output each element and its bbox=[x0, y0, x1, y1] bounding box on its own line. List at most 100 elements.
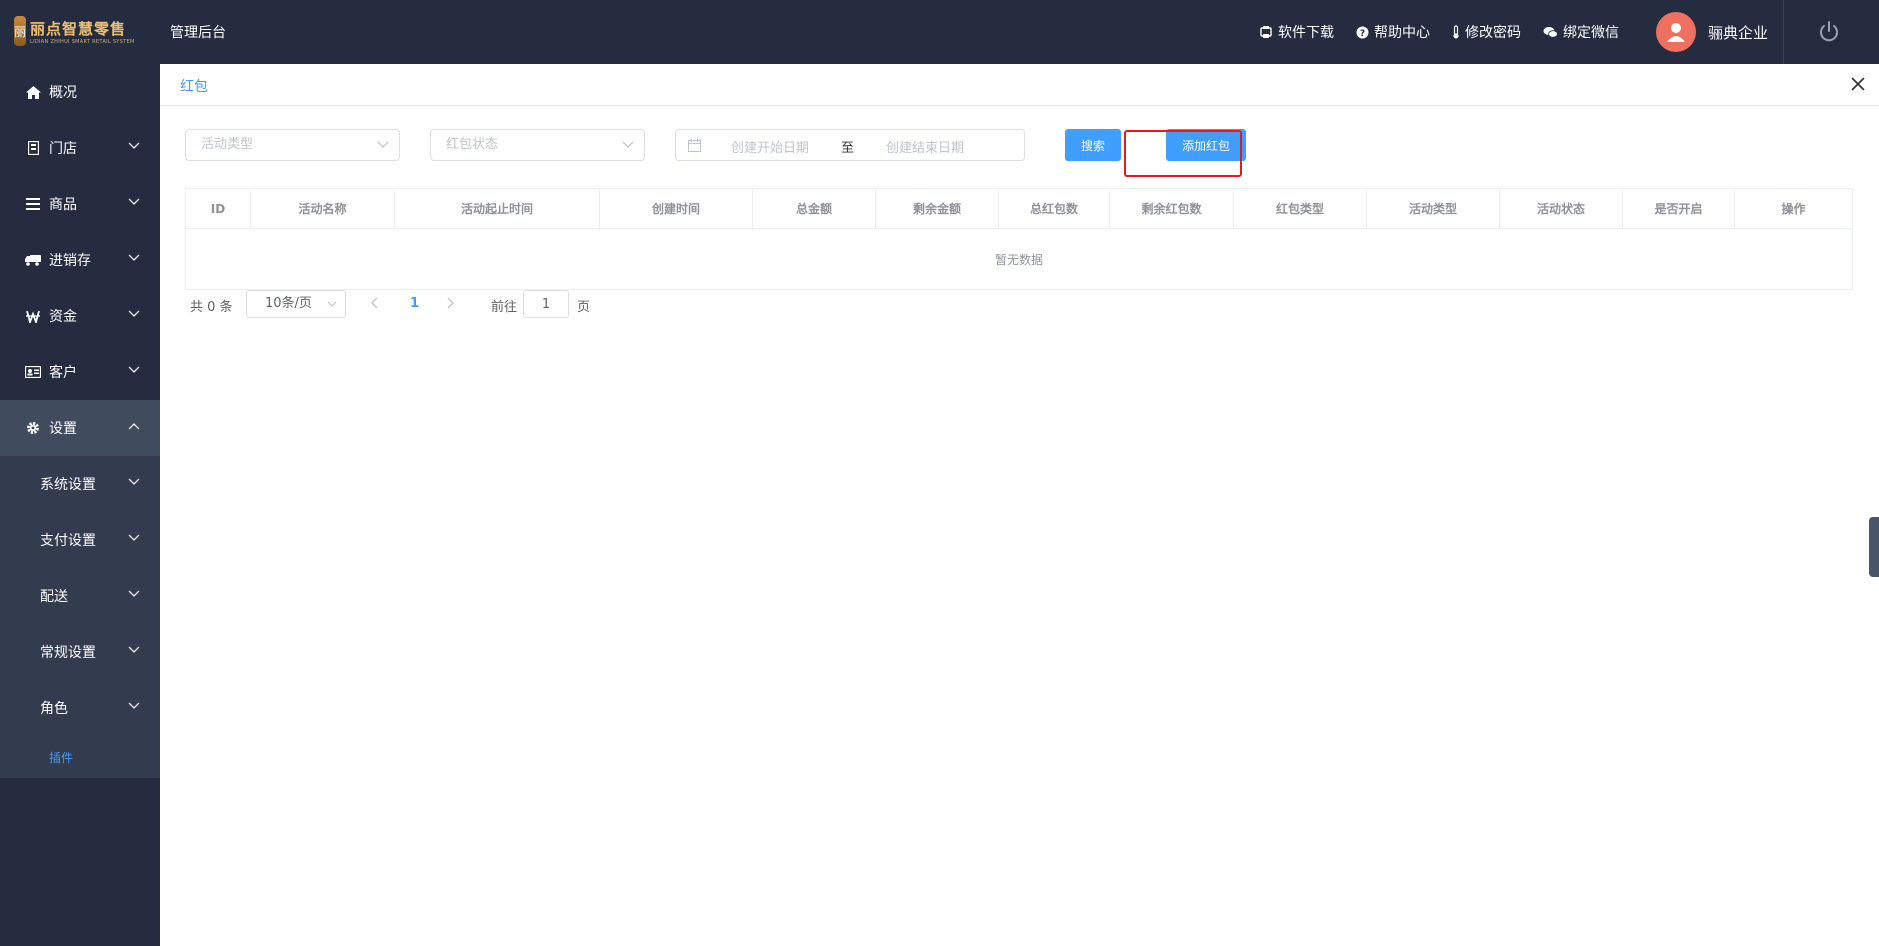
truck-icon bbox=[25, 254, 41, 266]
change-password-link[interactable]: 修改密码 bbox=[1452, 22, 1521, 42]
sidebar-sub-label: 配送 bbox=[40, 589, 68, 605]
create-date-range-picker[interactable]: 创建开始日期 至 创建结束日期 bbox=[675, 129, 1025, 161]
next-page-icon[interactable] bbox=[447, 297, 455, 309]
chevron-down-icon bbox=[128, 366, 140, 373]
header-divider bbox=[1783, 0, 1784, 64]
sidebar-item-overview[interactable]: 概况 bbox=[0, 64, 160, 120]
chevron-down-icon bbox=[128, 702, 140, 709]
user-icon bbox=[1667, 23, 1685, 42]
software-download-label: 软件下载 bbox=[1278, 25, 1334, 41]
sidebar-item-goods[interactable]: 商品 bbox=[0, 176, 160, 232]
chevron-down-icon bbox=[128, 590, 140, 597]
chevron-down-icon bbox=[128, 310, 140, 317]
id-card-icon bbox=[25, 366, 41, 378]
bind-wechat-label: 绑定微信 bbox=[1563, 25, 1619, 41]
sidebar-item-funds[interactable]: 资金 bbox=[0, 288, 160, 344]
page-number[interactable]: 1 bbox=[410, 296, 419, 311]
tab-bar: 红包 bbox=[160, 64, 1879, 106]
column-header: 操作 bbox=[1781, 202, 1806, 216]
sidebar-sub-delivery[interactable]: 配送 bbox=[0, 568, 160, 624]
column-header: 活动名称 bbox=[251, 189, 395, 228]
annotation-highlight-box bbox=[1124, 130, 1242, 177]
logo-sub-text: LIDIAN ZHIHUI SMART RETAIL SYSTEM bbox=[30, 38, 135, 45]
admin-title: 管理后台 bbox=[170, 25, 226, 41]
column-header: ID bbox=[186, 189, 251, 228]
close-icon[interactable] bbox=[1851, 77, 1865, 91]
top-links: 软件下载 ? 帮助中心 修改密码 绑定微信 bbox=[1259, 22, 1619, 42]
page-size-select[interactable]: 10条/页 bbox=[246, 290, 346, 318]
sidebar-sub-general-settings[interactable]: 常规设置 bbox=[0, 624, 160, 680]
main-content: 红包 活动类型 红包状态 创建开始日期 至 创建结束日期 搜索 添加红包 ID … bbox=[160, 64, 1879, 946]
chevron-down-icon bbox=[622, 141, 634, 148]
sidebar-sub-payment-settings[interactable]: 支付设置 bbox=[0, 512, 160, 568]
help-center-link[interactable]: ? 帮助中心 bbox=[1356, 22, 1430, 42]
home-icon bbox=[25, 85, 41, 99]
bind-wechat-link[interactable]: 绑定微信 bbox=[1543, 22, 1619, 42]
logo[interactable]: 丽 丽点智慧零售 LIDIAN ZHIHUI SMART RETAIL SYST… bbox=[14, 14, 134, 48]
sidebar-item-settings[interactable]: 设置 bbox=[0, 400, 160, 456]
column-header: 剩余红包数 bbox=[1110, 189, 1234, 228]
column-header: 活动起止时间 bbox=[395, 189, 600, 228]
column-header: 活动状态 bbox=[1500, 189, 1623, 228]
table-empty-text: 暂无数据 bbox=[994, 252, 1043, 267]
user-avatar[interactable] bbox=[1656, 12, 1696, 52]
pagination: 共 0 条 10条/页 1 前往 页 bbox=[190, 290, 790, 318]
company-name[interactable]: 骊典企业 bbox=[1708, 22, 1768, 43]
chevron-down-icon bbox=[377, 141, 389, 148]
settings-submenu: 系统设置 支付设置 配送 常规设置 角色 插件 bbox=[0, 456, 160, 778]
column-header: 是否开启 bbox=[1623, 189, 1735, 228]
page-size-value: 10条/页 bbox=[265, 296, 312, 311]
start-date-input[interactable]: 创建开始日期 bbox=[731, 137, 809, 156]
sidebar-item-label: 设置 bbox=[49, 421, 77, 437]
sidebar-sub-label: 支付设置 bbox=[40, 533, 96, 549]
logo-main-text: 丽点智慧零售 bbox=[30, 19, 127, 38]
sidebar-item-label: 商品 bbox=[49, 197, 77, 213]
logout-button[interactable] bbox=[1818, 20, 1840, 48]
redpacket-status-select[interactable]: 红包状态 bbox=[430, 129, 645, 161]
tab-redpacket[interactable]: 红包 bbox=[180, 76, 208, 96]
help-center-label: 帮助中心 bbox=[1374, 25, 1430, 41]
gear-icon bbox=[25, 421, 41, 435]
top-header: 丽 丽点智慧零售 LIDIAN ZHIHUI SMART RETAIL SYST… bbox=[0, 0, 1879, 64]
end-date-input[interactable]: 创建结束日期 bbox=[886, 137, 964, 156]
download-icon bbox=[1260, 26, 1272, 38]
sidebar-leaf-plugins[interactable]: 插件 bbox=[0, 736, 160, 778]
side-panel-handle[interactable] bbox=[1869, 517, 1879, 577]
chevron-down-icon bbox=[128, 142, 140, 149]
sidebar-item-label: 进销存 bbox=[49, 253, 91, 269]
logo-badge: 丽 bbox=[14, 16, 27, 46]
sidebar-item-label: 概况 bbox=[49, 85, 77, 101]
activity-type-placeholder: 活动类型 bbox=[201, 137, 254, 152]
sidebar-sub-system-settings[interactable]: 系统设置 bbox=[0, 456, 160, 512]
chevron-up-icon bbox=[128, 423, 140, 430]
change-password-label: 修改密码 bbox=[1465, 25, 1521, 41]
activity-type-select[interactable]: 活动类型 bbox=[185, 129, 400, 161]
thermometer-icon bbox=[1453, 25, 1459, 39]
chevron-down-icon bbox=[128, 534, 140, 541]
question-circle-icon: ? bbox=[1356, 26, 1369, 39]
chevron-down-icon bbox=[128, 646, 140, 653]
column-header: 创建时间 bbox=[600, 189, 753, 228]
chat-bubble-icon bbox=[1543, 26, 1558, 38]
won-icon bbox=[25, 310, 41, 323]
redpacket-status-placeholder: 红包状态 bbox=[446, 137, 499, 152]
list-icon bbox=[25, 198, 41, 210]
sidebar: 概况 门店 商品 进销存 资金 客户 设置 系统设置 支付设置 配送 常规设置 … bbox=[0, 64, 160, 946]
page-unit-label: 页 bbox=[577, 300, 591, 315]
goto-page-input[interactable] bbox=[523, 290, 569, 318]
table-header: ID 活动名称 活动起止时间 创建时间 总金额 剩余金额 总红包数 剩余红包数 … bbox=[186, 189, 1852, 229]
sidebar-item-inventory[interactable]: 进销存 bbox=[0, 232, 160, 288]
sidebar-item-customers[interactable]: 客户 bbox=[0, 344, 160, 400]
search-button[interactable]: 搜索 bbox=[1065, 129, 1121, 161]
filter-bar: 活动类型 红包状态 创建开始日期 至 创建结束日期 搜索 添加红包 bbox=[185, 129, 1845, 161]
column-header: 红包类型 bbox=[1234, 189, 1367, 228]
sidebar-sub-roles[interactable]: 角色 bbox=[0, 680, 160, 736]
sidebar-item-store[interactable]: 门店 bbox=[0, 120, 160, 176]
sidebar-item-label: 资金 bbox=[49, 309, 77, 325]
prev-page-icon[interactable] bbox=[370, 297, 378, 309]
total-count: 共 0 条 bbox=[190, 300, 233, 315]
svg-text:?: ? bbox=[1360, 29, 1365, 39]
chevron-down-icon bbox=[128, 254, 140, 261]
software-download-link[interactable]: 软件下载 bbox=[1259, 22, 1334, 42]
redpacket-table: ID 活动名称 活动起止时间 创建时间 总金额 剩余金额 总红包数 剩余红包数 … bbox=[185, 188, 1853, 290]
